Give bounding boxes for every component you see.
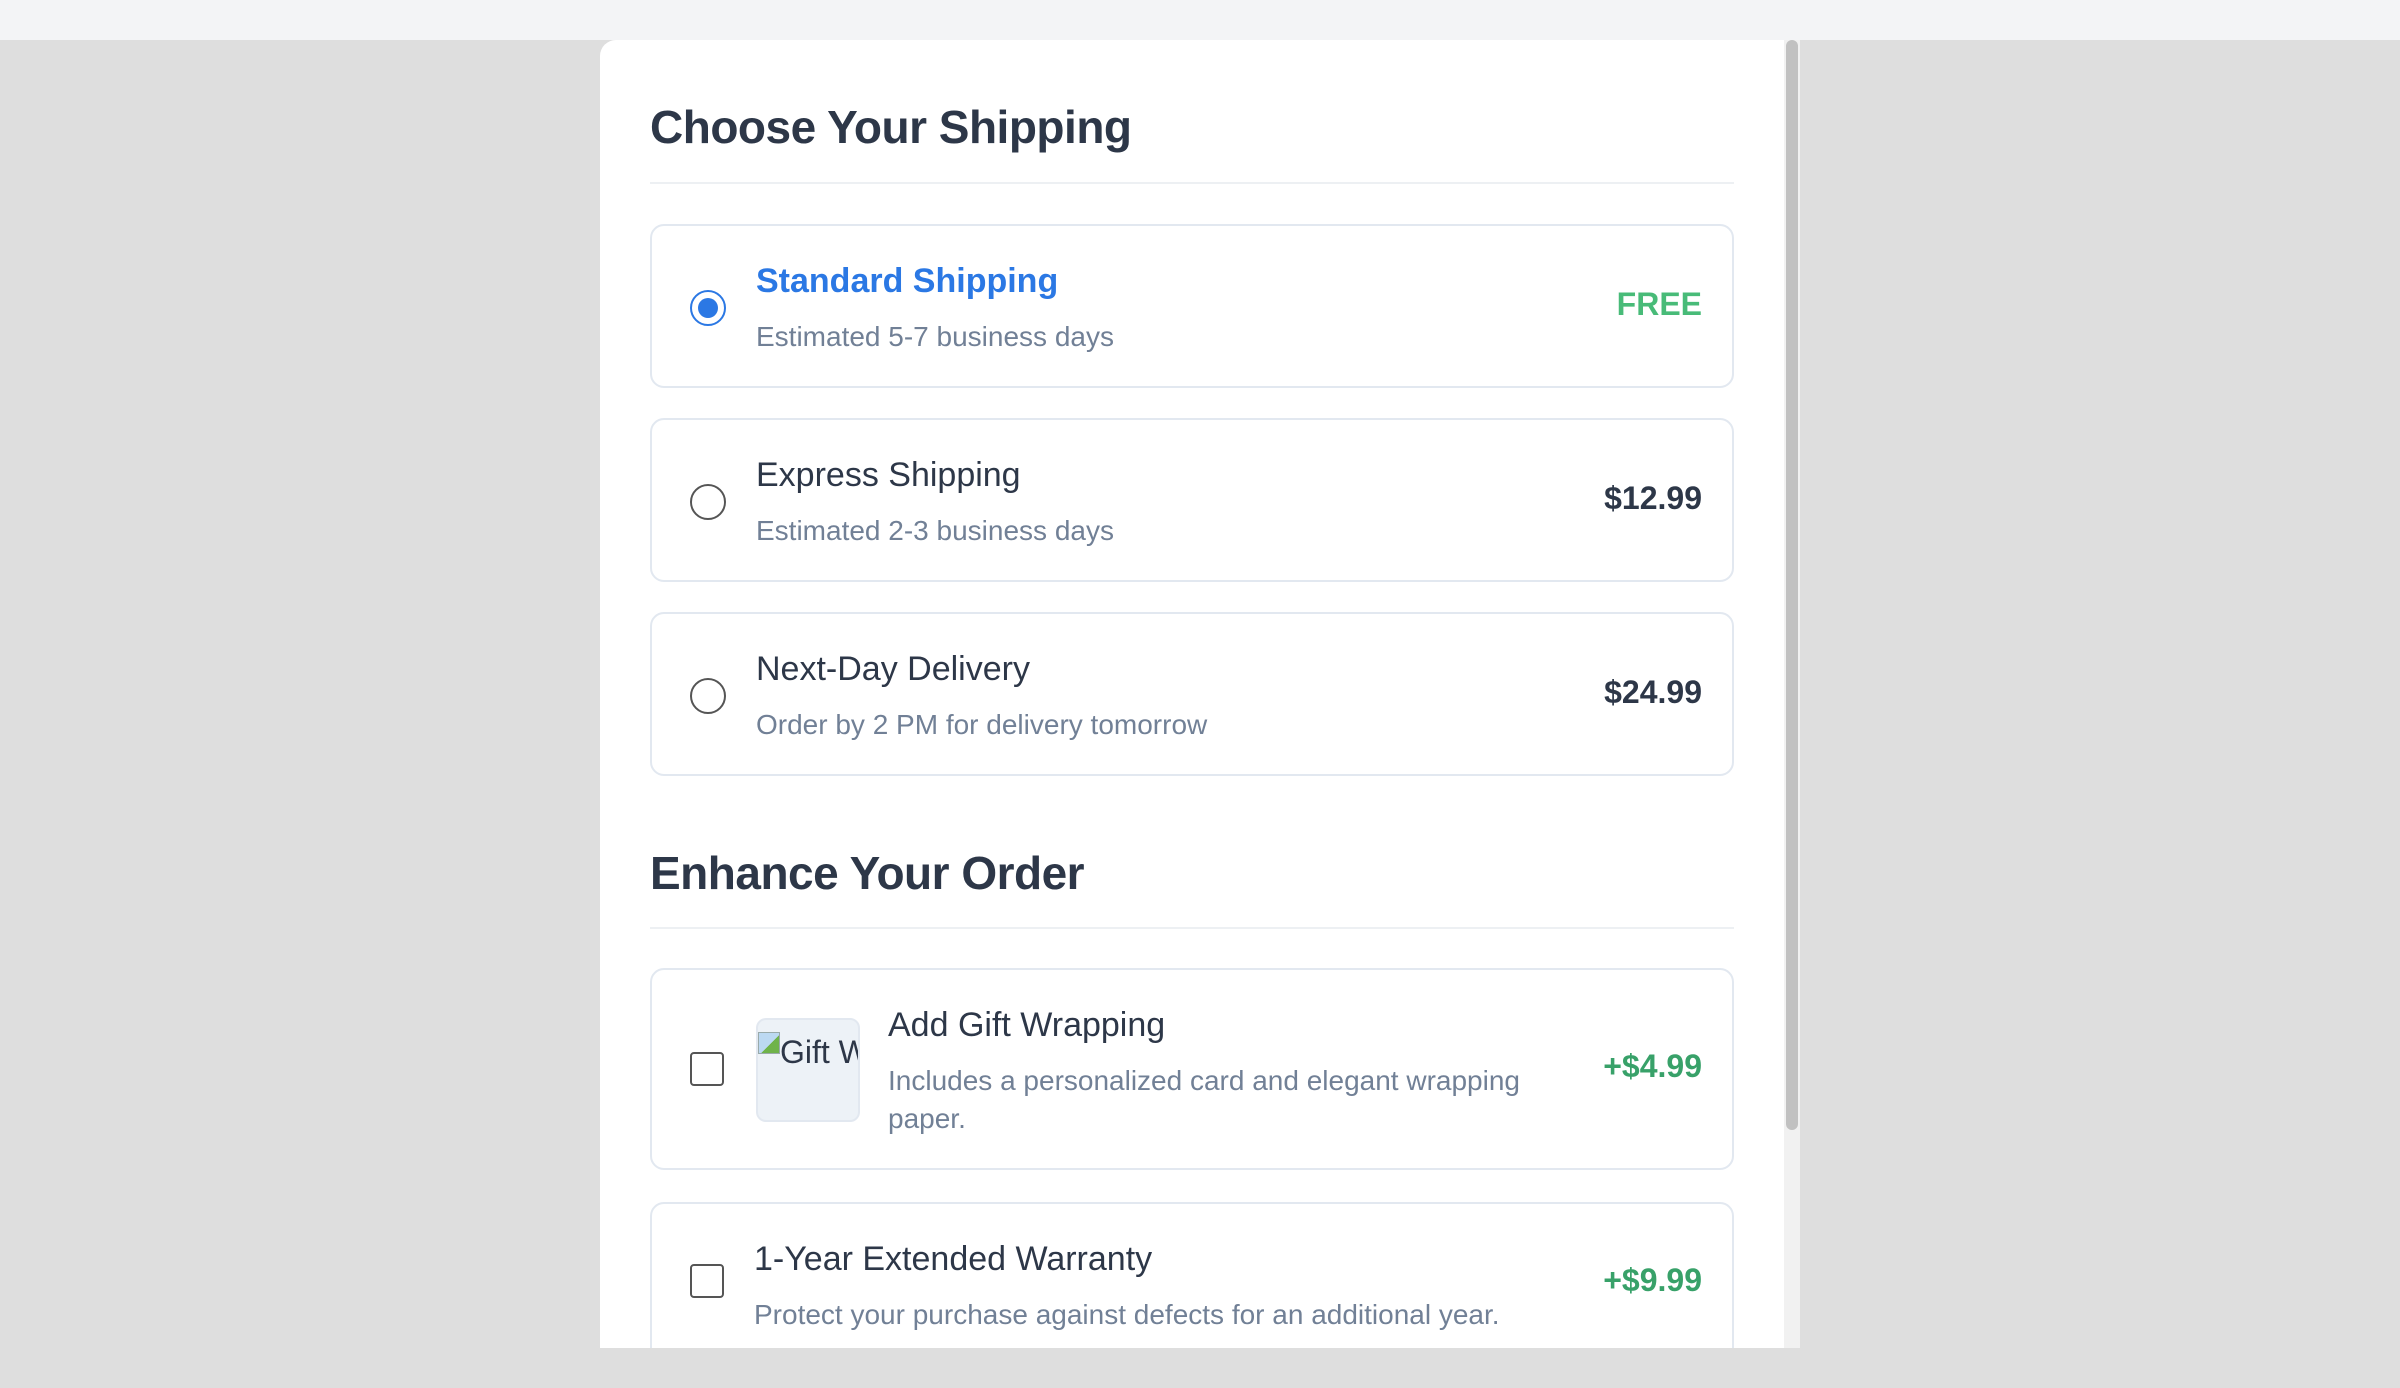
modal-scrollbar[interactable]	[1784, 40, 1800, 1348]
image-alt-text: Gift Wrapping	[780, 1034, 858, 1070]
scrollbar-thumb[interactable]	[1786, 40, 1798, 1130]
next-day-radio[interactable]	[690, 678, 726, 714]
addon-gift-wrapping[interactable]: Gift Wrapping Add Gift Wrapping Includes…	[650, 968, 1734, 1170]
shipping-option-description: Estimated 2-3 business days	[756, 515, 1114, 546]
shipping-option-price: $12.99	[1604, 480, 1702, 516]
shipping-option-description: Order by 2 PM for delivery tomorrow	[756, 709, 1208, 740]
addon-price: +$4.99	[1603, 1048, 1702, 1084]
shipping-option-title: Next-Day Delivery	[756, 650, 1030, 688]
addon-description: Includes a personalized card and elegant…	[888, 1065, 1520, 1134]
addon-price: +$9.99	[1603, 1262, 1702, 1298]
shipping-modal: Choose Your Shipping Standard Shipping E…	[600, 40, 1800, 1348]
addon-title: 1-Year Extended Warranty	[754, 1240, 1153, 1278]
addon-title: Add Gift Wrapping	[888, 1006, 1166, 1044]
gift-wrapping-image: Gift Wrapping	[756, 1018, 860, 1122]
addon-description: Protect your purchase against defects fo…	[754, 1299, 1500, 1330]
divider	[650, 182, 1734, 184]
shipping-option-description: Estimated 5-7 business days	[756, 321, 1114, 352]
shipping-option-next-day[interactable]: Next-Day Delivery Order by 2 PM for deli…	[650, 612, 1734, 776]
standard-radio[interactable]	[690, 290, 726, 326]
divider	[650, 927, 1734, 929]
shipping-heading: Choose Your Shipping	[650, 101, 1132, 153]
shipping-option-standard[interactable]: Standard Shipping Estimated 5-7 business…	[650, 224, 1734, 388]
shipping-option-express[interactable]: Express Shipping Estimated 2-3 business …	[650, 418, 1734, 582]
broken-image-icon	[758, 1032, 780, 1054]
shipping-option-price: $24.99	[1604, 674, 1702, 710]
shipping-option-title: Standard Shipping	[756, 262, 1059, 300]
gift-wrapping-checkbox[interactable]	[690, 1052, 724, 1086]
shipping-option-title: Express Shipping	[756, 456, 1021, 494]
addon-extended-warranty[interactable]: 1-Year Extended Warranty Protect your pu…	[650, 1202, 1734, 1348]
warranty-checkbox[interactable]	[690, 1264, 724, 1298]
addons-heading: Enhance Your Order	[650, 847, 1085, 899]
broken-image-alt: Gift Wrapping	[758, 1026, 858, 1078]
shipping-option-price: FREE	[1616, 286, 1702, 322]
browser-top-bar	[0, 0, 2400, 40]
express-radio[interactable]	[690, 484, 726, 520]
